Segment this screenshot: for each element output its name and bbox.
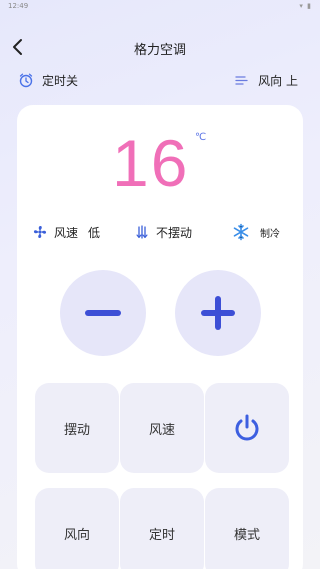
swing-label: 不摆动 [156, 225, 193, 240]
swing-status: 不摆动 [134, 222, 192, 242]
fan-speed-status: 风速 低 [32, 222, 100, 242]
alarm-clock-icon [19, 73, 33, 88]
minus-icon [85, 310, 121, 316]
temperature-down-button[interactable] [60, 270, 146, 356]
mode-button[interactable]: 模式 [205, 488, 289, 569]
swing-button[interactable]: 摆动 [35, 383, 119, 473]
wind-direction-label: 风向 上 [258, 73, 298, 88]
timer-off-button[interactable]: 定时关 [18, 70, 78, 90]
page-title: 格力空调 [133, 43, 186, 58]
timer-off-label: 定时关 [42, 73, 79, 88]
mode-label: 制冷 [260, 228, 280, 240]
status-icons: ▾ ▮ [299, 2, 312, 10]
fan-speed-label: 风速 [54, 225, 79, 240]
wind-direction-button[interactable]: 风向 上 [234, 70, 298, 90]
temperature-value: 16 [112, 126, 190, 200]
status-time: 12:49 [8, 2, 29, 10]
swing-icon [136, 225, 148, 239]
fan-speed-button[interactable]: 风速 [120, 383, 204, 473]
power-button[interactable] [205, 383, 289, 473]
timer-button[interactable]: 定时 [120, 488, 204, 569]
power-icon [235, 414, 259, 441]
temperature-up-button[interactable] [175, 270, 261, 356]
fan-speed-value: 低 [88, 225, 101, 240]
status-bar: 12:49 ▾ ▮ [0, 0, 320, 14]
wind-icon [235, 76, 248, 85]
snowflake-icon [233, 223, 249, 241]
fan-icon [33, 225, 47, 239]
mode-status: 制冷 [232, 222, 280, 242]
wind-direction-grid-button[interactable]: 风向 [35, 488, 119, 569]
temperature-unit: ℃ [195, 132, 207, 143]
plus-icon [201, 296, 235, 330]
